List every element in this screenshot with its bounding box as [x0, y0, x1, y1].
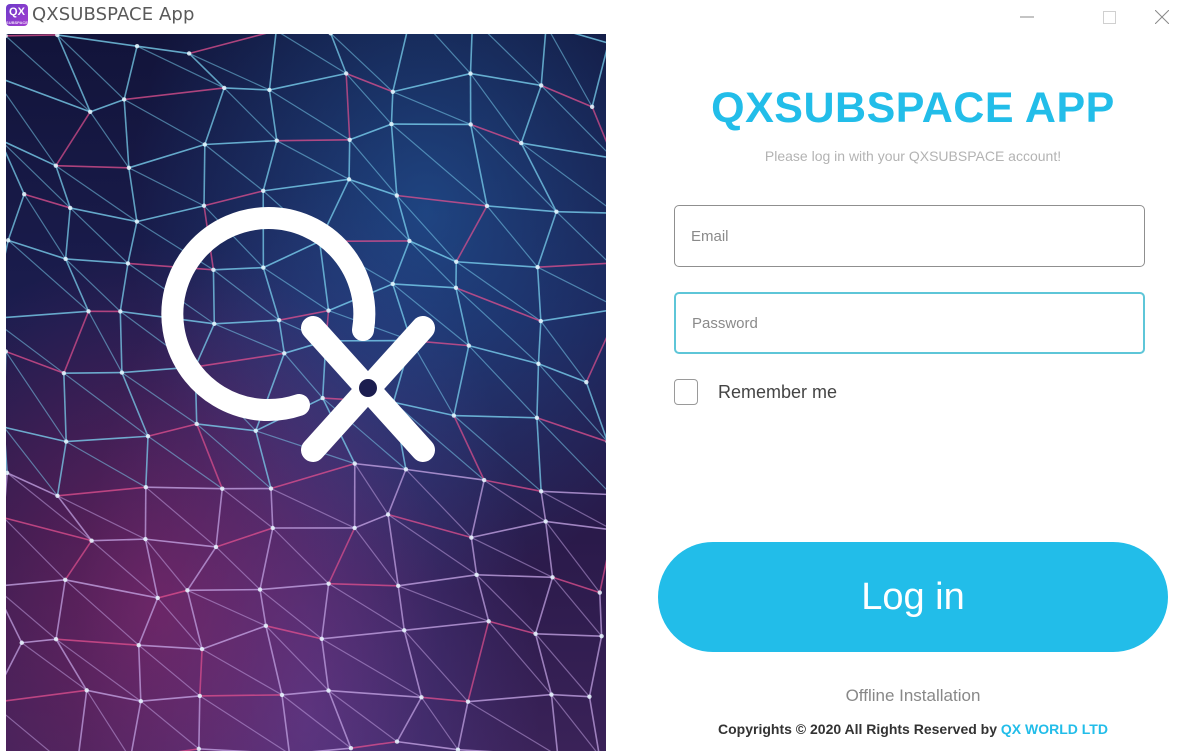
qx-logo-icon: [161, 207, 435, 462]
email-field[interactable]: [674, 205, 1145, 267]
app-icon-text: QX: [9, 6, 25, 18]
remember-me-checkbox[interactable]: [674, 379, 698, 405]
hero-image: [6, 34, 606, 751]
app-icon-subtext: SUBSPACE: [6, 20, 28, 25]
login-subtitle: Please log in with your QXSUBSPACE accou…: [764, 148, 1062, 164]
close-button[interactable]: [1139, 0, 1185, 34]
remember-me-label: Remember me: [718, 381, 838, 402]
close-icon: [1155, 10, 1169, 24]
minimize-button[interactable]: [1004, 0, 1050, 34]
copyright-text: Copyrights © 2020 All Rights Reserved by: [718, 721, 1001, 737]
offline-installation-link[interactable]: Offline Installation: [658, 686, 1168, 706]
minimize-icon: [1020, 16, 1034, 18]
app-heading: QXSUBSPACE APP: [711, 84, 1115, 132]
maximize-icon: [1102, 10, 1116, 24]
remember-me[interactable]: Remember me: [674, 379, 837, 405]
login-button[interactable]: Log in: [658, 542, 1168, 652]
app-icon: QX SUBSPACE: [6, 4, 28, 26]
title-bar: QX SUBSPACE QXSUBSPACE App: [0, 0, 1195, 34]
window-title: QXSUBSPACE App: [32, 4, 195, 25]
copyright-footer: Copyrights © 2020 All Rights Reserved by…: [658, 721, 1168, 737]
company-link[interactable]: QX WORLD LTD: [1001, 721, 1108, 737]
password-field[interactable]: [674, 292, 1145, 354]
maximize-button[interactable]: [1086, 0, 1132, 34]
